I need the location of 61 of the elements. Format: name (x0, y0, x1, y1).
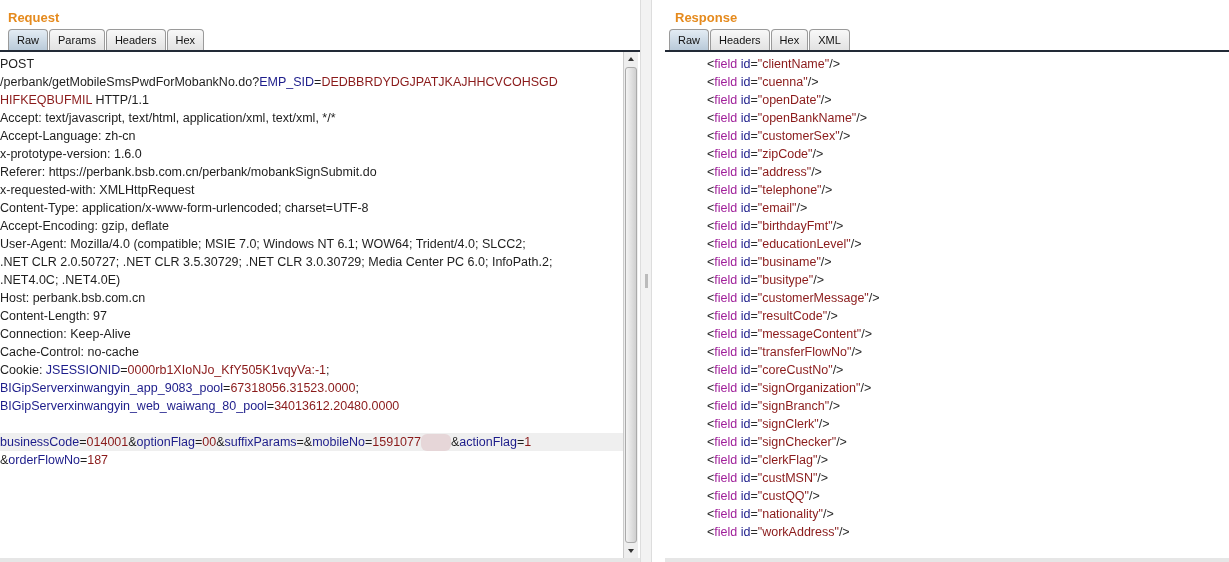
code-line: x-requested-with: XMLHttpRequest (0, 182, 196, 199)
code-line: <field id="transferFlowNo"/> (707, 344, 864, 361)
panel-title: Response (674, 9, 739, 26)
tab[interactable]: Hex (166, 29, 205, 50)
code-line: <field id="custMSN"/> (707, 470, 830, 487)
tab[interactable]: XML (809, 29, 850, 50)
code-line: Connection: Keep-Alive (0, 326, 132, 343)
code-line: <field id="businame"/> (707, 254, 833, 271)
scrollbar[interactable] (623, 52, 638, 558)
code-line: <field id="resultCode"/> (707, 308, 839, 325)
code-line: <field id="signChecker"/> (707, 434, 848, 451)
code-line: Accept: text/javascript, text/html, application/xml, text/xml, */* (0, 110, 337, 127)
code-line: User-Agent: Mozilla/4.0 (compatible; MSIE 7.0; Windows NT 6.1; WOW64; Trident/4.0; SLCC2; (0, 236, 527, 253)
code-line: <field id="signOrganization"/> (707, 380, 873, 397)
code-line: <field id="workAddress"/> (707, 524, 851, 541)
code-line: <field id="signClerk"/> (707, 416, 831, 433)
code-line: Cookie: JSESSIONID=0000rb1XIoNJo_KfY505K1vqyVa:-1; (0, 362, 331, 379)
tab[interactable]: Hex (770, 29, 809, 50)
code-line: <field id="clientName"/> (707, 56, 841, 73)
tab[interactable]: Params (49, 29, 105, 50)
code-line: <field id="customerMessage"/> (707, 290, 881, 307)
code-line: <field id="coreCustNo"/> (707, 362, 845, 379)
code-line: HIFKEQBUFMIL HTTP/1.1 (0, 92, 150, 109)
code-line: &orderFlowNo=187 (0, 452, 110, 469)
code-line: <field id="openBankName"/> (707, 110, 869, 127)
code-line: BIGipServerxinwangyin_web_waiwang_80_pool=34013612.20480.0000 (0, 398, 401, 415)
redaction-mark (421, 434, 451, 452)
scroll-thumb[interactable] (625, 67, 637, 543)
code-line: <field id="address"/> (707, 164, 823, 181)
code-line: <field id="birthdayFmt"/> (707, 218, 845, 235)
code-line: Content-Length: 97 (0, 308, 109, 325)
code-line: Referer: https://perbank.bsb.com.cn/perbank/mobankSignSubmit.do (0, 164, 378, 181)
code-line: <field id="busitype"/> (707, 272, 825, 289)
code-line: x-prototype-version: 1.6.0 (0, 146, 143, 163)
code-line: <field id="openDate"/> (707, 92, 833, 109)
code-line: Cache-Control: no-cache (0, 344, 140, 361)
code-line: <field id="customerSex"/> (707, 128, 852, 145)
code-line: POST (0, 56, 36, 73)
panel-title: Request (7, 9, 61, 26)
code-line: .NET CLR 2.0.50727; .NET CLR 3.5.30729; .NET CLR 3.0.30729; Media Center PC 6.0; InfoPath.2; (0, 254, 554, 271)
code-line: <field id="messageContent"/> (707, 326, 873, 343)
code-line: <field id="zipCode"/> (707, 146, 825, 163)
code-line: <field id="cuenna"/> (707, 74, 820, 91)
code-line: <field id="nationality"/> (707, 506, 835, 523)
code-line: <field id="email"/> (707, 200, 809, 217)
code-line: /perbank/getMobileSmsPwdForMobankNo.do?EMP_SID=DEDBBRDYDGJPATJKAJHHCVCOHSGD (0, 74, 559, 91)
code-line: Accept-Language: zh-cn (0, 128, 137, 145)
code-line: <field id="signBranch"/> (707, 398, 841, 415)
code-line: Accept-Encoding: gzip, deflate (0, 218, 170, 235)
code-line: BIGipServerxinwangyin_app_9083_pool=67318056.31523.0000; (0, 380, 360, 397)
code-line: <field id="custQQ"/> (707, 488, 821, 505)
code-line: <field id="telephone"/> (707, 182, 834, 199)
tab[interactable]: Headers (105, 29, 166, 50)
code-line: .NET4.0C; .NET4.0E) (0, 272, 122, 289)
code-line: Content-Type: application/x-www-form-urlencoded; charset=UTF-8 (0, 200, 370, 217)
tab[interactable]: Raw (669, 29, 709, 50)
tab[interactable]: Raw (8, 29, 48, 50)
code-line: <field id="educationLevel"/> (707, 236, 863, 253)
code-line: <field id="clerkFlag"/> (707, 452, 830, 469)
code-line: Host: perbank.bsb.com.cn (0, 290, 147, 307)
tab[interactable]: Headers (710, 29, 770, 50)
